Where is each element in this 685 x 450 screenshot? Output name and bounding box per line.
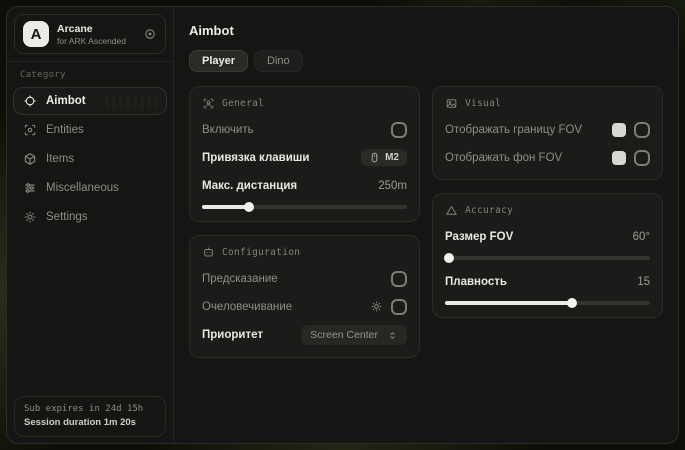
sidebar-item-settings[interactable]: Settings — [13, 203, 167, 231]
brand-text: Arcane for ARK Ascended — [57, 23, 126, 46]
configuration-card: Configuration Предсказание Очеловечивани… — [189, 235, 420, 358]
fov-size-slider[interactable] — [445, 256, 650, 260]
brand-logo: A — [23, 21, 49, 47]
sidebar-item-label: Entities — [46, 124, 84, 136]
scan-icon — [23, 123, 37, 137]
visual-card-header: Visual — [445, 97, 650, 110]
keybind-row: Привязка клавиши M2 — [202, 148, 407, 167]
sidebar-item-entities[interactable]: Entities — [13, 116, 167, 144]
user-focus-icon — [202, 97, 215, 110]
image-icon — [445, 97, 458, 110]
sidebar-nav: Aimbot Entities Items — [7, 83, 173, 235]
sidebar: A Arcane for ARK Ascended Category Ai — [7, 7, 174, 443]
session-duration-text: Session duration 1m 20s — [24, 417, 156, 428]
accuracy-card-title: Accuracy — [465, 205, 513, 216]
enable-checkbox[interactable] — [391, 122, 407, 138]
max-distance-value: 250m — [378, 180, 407, 192]
sidebar-item-items[interactable]: Items — [13, 145, 167, 173]
tab-dino[interactable]: Dino — [254, 50, 303, 72]
app-window: A Arcane for ARK Ascended Category Ai — [6, 6, 679, 444]
keybind-value: M2 — [385, 152, 399, 163]
enable-row: Включить — [202, 120, 407, 139]
main-content: Aimbot Player Dino General — [174, 7, 678, 443]
smoothness-row: Плавность 15 — [445, 272, 650, 291]
left-column: General Включить Привязка клавиши — [189, 86, 420, 358]
tab-bar: Player Dino — [189, 50, 663, 72]
triangle-icon — [445, 204, 458, 217]
priority-row: Приоритет Screen Center — [202, 325, 407, 345]
sub-expires-text: Sub expires in 24d 15h — [24, 404, 156, 414]
prediction-checkbox[interactable] — [391, 271, 407, 287]
humanization-checkbox[interactable] — [391, 299, 407, 315]
fov-background-row: Отображать фон FOV — [445, 148, 650, 167]
smoothness-label: Плавность — [445, 276, 507, 288]
keybind-button[interactable]: M2 — [361, 149, 407, 166]
sidebar-item-label: Settings — [46, 211, 88, 223]
general-card-header: General — [202, 97, 407, 110]
visual-card-title: Visual — [465, 98, 501, 109]
brand-name: Arcane — [57, 23, 126, 35]
fov-size-label: Размер FOV — [445, 231, 513, 243]
configuration-card-title: Configuration — [222, 247, 300, 258]
configuration-card-header: Configuration — [202, 246, 407, 259]
fov-border-row: Отображать границу FOV — [445, 120, 650, 139]
humanization-row: Очеловечивание — [202, 297, 407, 316]
brand-card: A Arcane for ARK Ascended — [14, 14, 166, 54]
cards-grid: General Включить Привязка клавиши — [189, 86, 663, 358]
tab-player[interactable]: Player — [189, 50, 248, 72]
fov-border-color-swatch[interactable] — [612, 123, 626, 137]
brand-subtitle: for ARK Ascended — [57, 36, 126, 46]
category-label: Category — [7, 62, 173, 83]
accuracy-card: Accuracy Размер FOV 60° Плавность — [432, 193, 663, 318]
nav-ghost-decoration — [105, 95, 157, 109]
visual-card: Visual Отображать границу FOV Отображать… — [432, 86, 663, 180]
slider-thumb[interactable] — [244, 202, 254, 212]
fov-size-value: 60° — [633, 231, 650, 243]
fov-border-checkbox[interactable] — [634, 122, 650, 138]
slider-fill — [202, 205, 249, 209]
slider-thumb[interactable] — [567, 298, 577, 308]
general-card-title: General — [222, 98, 264, 109]
target-icon[interactable] — [143, 27, 157, 41]
fov-size-row: Размер FOV 60° — [445, 227, 650, 246]
subscription-info-card: Sub expires in 24d 15h Session duration … — [14, 396, 166, 437]
max-distance-slider[interactable] — [202, 205, 407, 209]
sidebar-item-label: Miscellaneous — [46, 182, 119, 194]
general-card: General Включить Привязка клавиши — [189, 86, 420, 222]
mouse-icon — [369, 152, 380, 163]
fov-background-checkbox[interactable] — [634, 150, 650, 166]
max-distance-label: Макс. дистанция — [202, 180, 297, 192]
sidebar-item-label: Items — [46, 153, 74, 165]
priority-dropdown[interactable]: Screen Center — [301, 325, 407, 345]
sidebar-item-aimbot[interactable]: Aimbot — [13, 87, 167, 115]
slider-fill — [445, 256, 449, 260]
max-distance-row: Макс. дистанция 250m — [202, 176, 407, 195]
prediction-label: Предсказание — [202, 273, 278, 285]
crosshair-icon — [23, 94, 37, 108]
humanization-gear-icon[interactable] — [370, 300, 383, 313]
box-icon — [23, 152, 37, 166]
accuracy-card-header: Accuracy — [445, 204, 650, 217]
smoothness-slider[interactable] — [445, 301, 650, 305]
slider-fill — [445, 301, 572, 305]
priority-label: Приоритет — [202, 329, 263, 341]
slider-thumb[interactable] — [444, 253, 454, 263]
chevron-up-down-icon — [387, 330, 398, 341]
fov-background-color-swatch[interactable] — [612, 151, 626, 165]
sidebar-item-miscellaneous[interactable]: Miscellaneous — [13, 174, 167, 202]
humanization-label: Очеловечивание — [202, 301, 292, 313]
priority-value: Screen Center — [310, 329, 378, 341]
page-title: Aimbot — [189, 23, 663, 38]
fov-border-label: Отображать границу FOV — [445, 124, 582, 136]
enable-label: Включить — [202, 124, 254, 136]
gear-icon — [23, 210, 37, 224]
fov-background-label: Отображать фон FOV — [445, 152, 562, 164]
sidebar-item-label: Aimbot — [46, 95, 86, 107]
right-column: Visual Отображать границу FOV Отображать… — [432, 86, 663, 318]
keybind-label: Привязка клавиши — [202, 152, 309, 164]
sliders-icon — [23, 181, 37, 195]
bot-icon — [202, 246, 215, 259]
prediction-row: Предсказание — [202, 269, 407, 288]
smoothness-value: 15 — [637, 276, 650, 288]
